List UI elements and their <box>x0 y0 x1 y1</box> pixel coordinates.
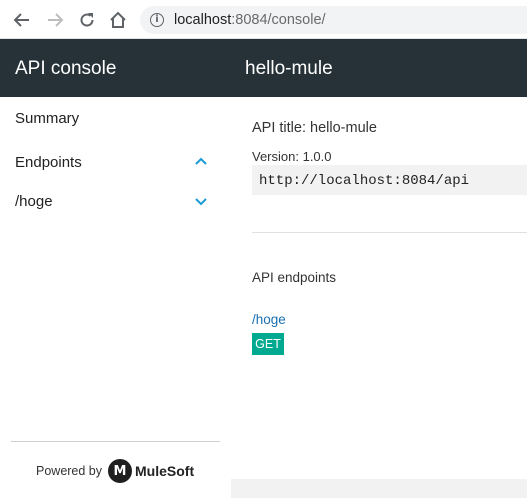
reload-icon <box>80 13 94 27</box>
endpoint-link-hoge[interactable]: /hoge <box>252 312 286 327</box>
api-title: API title: hello-mule <box>252 120 377 136</box>
page-title: hello-mule <box>245 58 333 79</box>
url-host: localhost <box>174 12 232 28</box>
app-title: API console <box>15 58 117 79</box>
home-icon <box>110 11 126 28</box>
back-button[interactable] <box>10 8 34 32</box>
info-icon[interactable]: i <box>150 13 164 27</box>
forward-button[interactable] <box>43 8 67 32</box>
address-bar[interactable]: i localhost:8084/console/ <box>140 6 527 34</box>
sidebar-item-hoge[interactable]: /hoge <box>15 193 53 210</box>
home-button[interactable] <box>106 8 130 32</box>
endpoints-heading: API endpoints <box>252 270 337 285</box>
powered-by: Powered by M MuleSoft <box>36 459 194 483</box>
main-footer <box>231 479 527 498</box>
base-uri: http://localhost:8084/api <box>252 165 527 195</box>
sidebar-divider <box>11 441 220 442</box>
mulesoft-logo-icon: M <box>108 459 133 483</box>
url-text: localhost:8084/console/ <box>174 12 326 28</box>
reload-button[interactable] <box>75 8 99 32</box>
forward-arrow-icon <box>48 13 64 27</box>
chevron-up-icon[interactable] <box>195 156 207 166</box>
back-arrow-icon <box>13 13 29 27</box>
chevron-down-icon[interactable] <box>195 196 207 206</box>
method-badge-get[interactable]: GET <box>252 333 284 355</box>
powered-by-label: Powered by <box>36 464 103 478</box>
sidebar-item-endpoints[interactable]: Endpoints <box>15 154 82 171</box>
main-divider <box>252 232 527 233</box>
sidebar-item-summary[interactable]: Summary <box>15 110 79 127</box>
url-path: :8084/console/ <box>231 12 326 28</box>
mulesoft-brand: MuleSoft <box>135 463 195 479</box>
browser-toolbar: i localhost:8084/console/ <box>0 0 527 39</box>
api-version: Version: 1.0.0 <box>252 149 332 164</box>
